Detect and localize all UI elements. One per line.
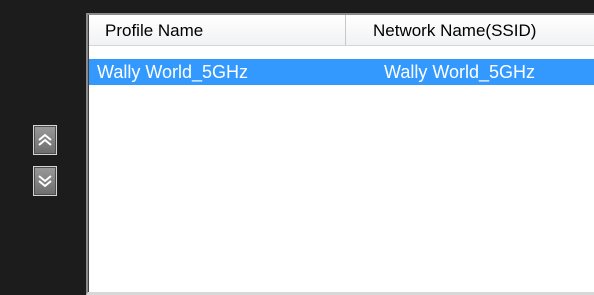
network-name-cell: Wally World_5GHz xyxy=(384,62,536,82)
move-down-button[interactable] xyxy=(33,166,57,196)
profile-list[interactable]: Profile Name Network Name(SSID) Wally Wo… xyxy=(86,13,594,295)
profile-name-cell: Wally World_5GHz xyxy=(97,62,249,82)
move-up-button[interactable] xyxy=(33,125,57,155)
double-chevron-up-icon xyxy=(38,133,52,146)
side-panel xyxy=(0,0,86,295)
double-chevron-down-icon xyxy=(38,175,52,188)
list-item[interactable]: Wally World_5GHz Wally World_5GHz xyxy=(89,59,594,85)
column-header-profile-name[interactable]: Profile Name xyxy=(89,15,346,45)
column-header-network-name[interactable]: Network Name(SSID) xyxy=(346,15,594,45)
list-header: Profile Name Network Name(SSID) xyxy=(89,15,594,46)
